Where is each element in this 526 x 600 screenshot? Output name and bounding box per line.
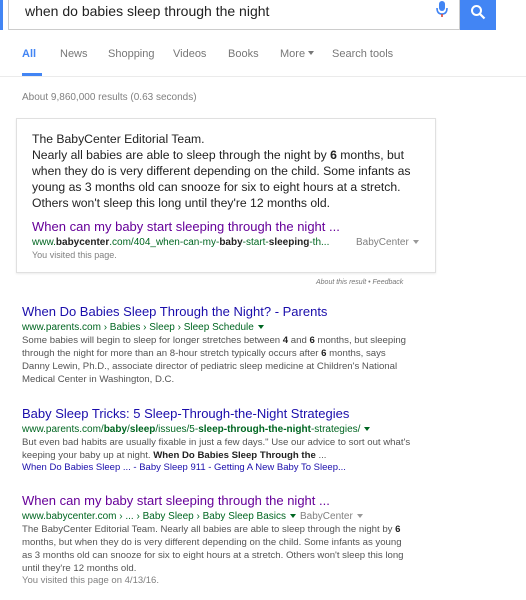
- desc-bold: 6: [395, 524, 401, 535]
- tab-more[interactable]: More: [280, 48, 315, 60]
- search-header: [0, 0, 526, 36]
- url-bold: sleep: [129, 424, 156, 435]
- snippet-visited: You visited this page.: [32, 250, 117, 260]
- result-title[interactable]: When can my baby start sleeping through …: [22, 493, 330, 508]
- tab-all[interactable]: All: [22, 48, 36, 60]
- result-desc: Some babies will begin to sleep for long…: [22, 334, 412, 386]
- result-url: www.babycenter.com › ... › Baby Sleep › …: [22, 510, 522, 523]
- url-text: www.babycenter.com › ... › Baby Sleep › …: [22, 511, 287, 522]
- url-part: /issues/5-: [155, 424, 199, 435]
- search-input[interactable]: [25, 0, 415, 22]
- url-part: www.: [32, 237, 56, 248]
- microphone-icon[interactable]: [435, 0, 459, 22]
- chevron-down-icon[interactable]: [290, 514, 297, 518]
- chevron-down-icon[interactable]: [257, 325, 264, 329]
- desc-part: months, but when they do is very differe…: [22, 537, 404, 574]
- tab-news[interactable]: News: [60, 48, 88, 60]
- tab-shopping[interactable]: Shopping: [108, 48, 155, 60]
- chevron-down-icon[interactable]: [356, 514, 363, 518]
- search-icon: [471, 5, 486, 20]
- snippet-source[interactable]: BabyCenter: [356, 237, 419, 248]
- url-part: www.parents.com/: [22, 424, 104, 435]
- snippet-text: The BabyCenter Editorial Team. Nearly al…: [32, 131, 427, 211]
- search-result: When can my baby start sleeping through …: [22, 492, 522, 587]
- url-part: -strategies/: [310, 424, 361, 435]
- tab-search-tools[interactable]: Search tools: [332, 48, 393, 60]
- search-result: When Do Babies Sleep Through the Night? …: [22, 303, 522, 386]
- source-label: BabyCenter: [300, 511, 353, 522]
- snippet-bold: 6: [330, 148, 337, 162]
- result-url: www.parents.com/baby/sleep/issues/5-slee…: [22, 423, 522, 436]
- url-part: -start-: [242, 237, 269, 248]
- tab-videos[interactable]: Videos: [173, 48, 206, 60]
- search-result: Baby Sleep Tricks: 5 Sleep-Through-the-N…: [22, 405, 522, 474]
- search-button[interactable]: [460, 0, 496, 30]
- url-bold: babycenter: [55, 237, 110, 248]
- snippet-text-a: Nearly all babies are able to sleep thro…: [32, 148, 331, 162]
- chevron-down-icon: [308, 51, 315, 55]
- search-box[interactable]: [8, 0, 460, 30]
- tab-books[interactable]: Books: [228, 48, 259, 60]
- sitelinks[interactable]: When Do Babies Sleep ... - Baby Sleep 91…: [22, 462, 522, 474]
- desc-bold: When Do Babies Sleep Through the: [153, 450, 316, 461]
- result-desc: But even bad habits are usually fixable …: [22, 436, 412, 462]
- chevron-down-icon: [412, 240, 419, 244]
- result-stats: About 9,860,000 results (0.63 seconds): [22, 92, 197, 103]
- source-label: BabyCenter: [356, 237, 409, 248]
- url-bold: sleeping: [268, 237, 310, 248]
- search-tabs: All News Shopping Videos Books More Sear…: [0, 36, 526, 77]
- featured-snippet: The BabyCenter Editorial Team. Nearly al…: [16, 118, 436, 273]
- url-bold: sleep-through-the-night: [198, 424, 311, 435]
- about-feedback[interactable]: About this result • Feedback: [316, 279, 403, 286]
- desc-part: ...: [315, 450, 327, 461]
- url-part: -th...: [309, 237, 330, 248]
- url-text: www.parents.com › Babies › Sleep › Sleep…: [22, 322, 254, 333]
- result-url: www.parents.com › Babies › Sleep › Sleep…: [22, 321, 522, 334]
- result-desc: The BabyCenter Editorial Team. Nearly al…: [22, 523, 412, 575]
- url-part: .com/404_when-can-my-: [109, 237, 220, 248]
- result-title[interactable]: Baby Sleep Tricks: 5 Sleep-Through-the-N…: [22, 406, 349, 421]
- result-title[interactable]: When Do Babies Sleep Through the Night? …: [22, 304, 327, 319]
- chevron-down-icon[interactable]: [364, 427, 371, 431]
- snippet-url: www.babycenter.com/404_when-can-my-baby-…: [32, 237, 329, 248]
- snippet-link[interactable]: When can my baby start sleeping through …: [32, 219, 340, 234]
- result-visited: You visited this page on 4/13/16.: [22, 575, 159, 586]
- tab-more-label: More: [280, 48, 306, 60]
- url-bold: baby: [103, 424, 128, 435]
- desc-part: Some babies will begin to sleep for long…: [22, 335, 283, 346]
- active-tab-indicator: [22, 73, 42, 76]
- logo-edge: [0, 0, 3, 30]
- snippet-author: The BabyCenter Editorial Team.: [32, 132, 205, 146]
- desc-part: The BabyCenter Editorial Team. Nearly al…: [22, 524, 396, 535]
- url-bold: baby: [219, 237, 243, 248]
- desc-part: and: [288, 335, 310, 346]
